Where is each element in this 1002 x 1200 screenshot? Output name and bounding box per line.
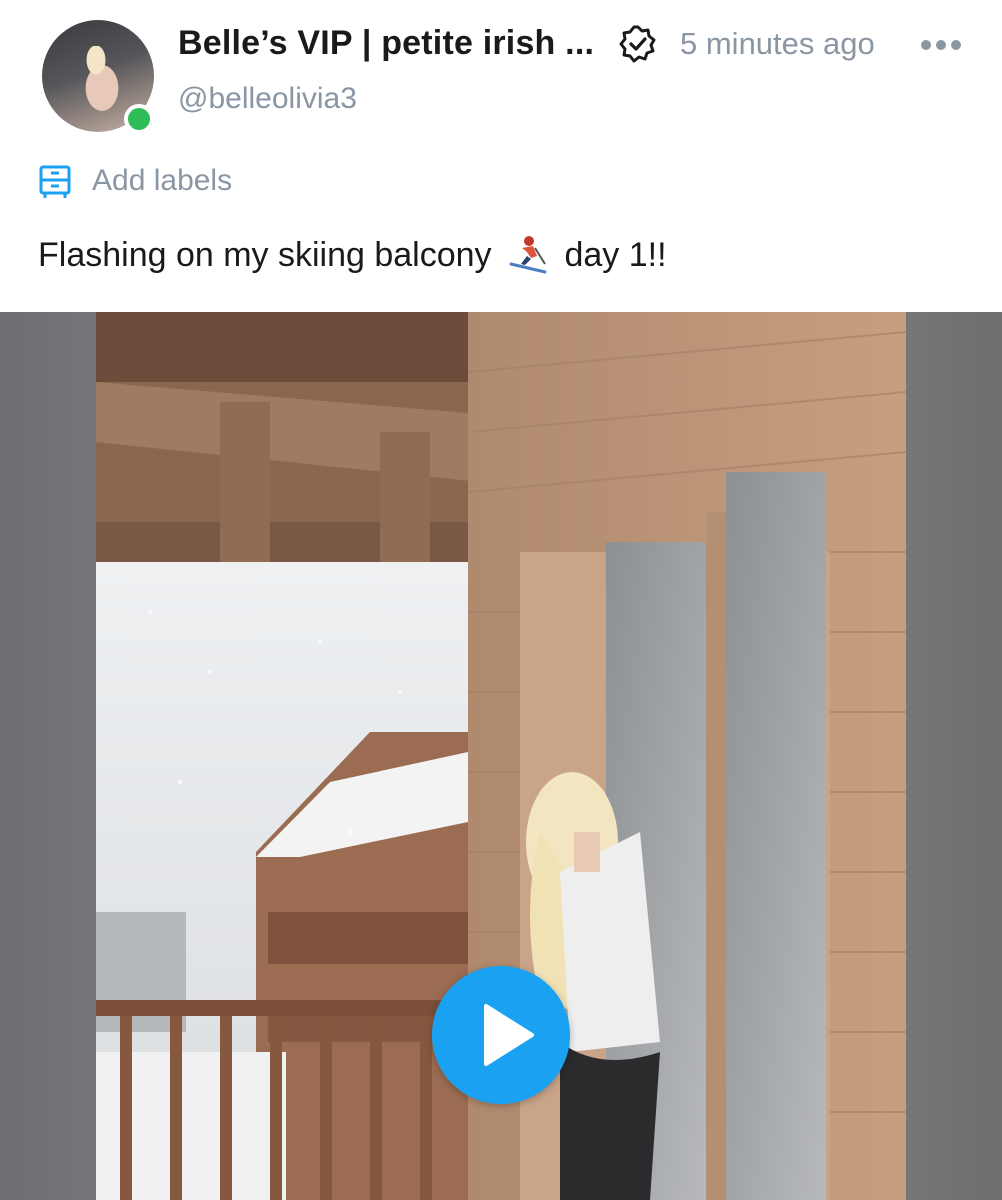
video-thumbnail[interactable] (0, 312, 1002, 1200)
online-status-indicator (124, 104, 154, 134)
caption-text-start: Flashing on my skiing balcony (38, 236, 492, 274)
skier-emoji-icon (509, 236, 547, 274)
play-button[interactable] (432, 966, 570, 1104)
verified-badge-icon (619, 25, 656, 63)
caption-text-end: day 1!! (564, 236, 667, 274)
post-caption: Flashing on my skiing balcony day 1!! (38, 234, 667, 275)
more-options-icon[interactable] (918, 30, 964, 60)
author-handle[interactable]: @belleolivia3 (178, 82, 357, 116)
post-timestamp[interactable]: 5 minutes ago (680, 26, 875, 62)
add-labels-label: Add labels (92, 164, 233, 197)
author-name[interactable]: Belle’s VIP | petite irish ... (178, 24, 594, 63)
label-tag-icon (39, 165, 71, 198)
post-header: Belle’s VIP | petite irish ... 5 minutes… (0, 0, 1002, 140)
